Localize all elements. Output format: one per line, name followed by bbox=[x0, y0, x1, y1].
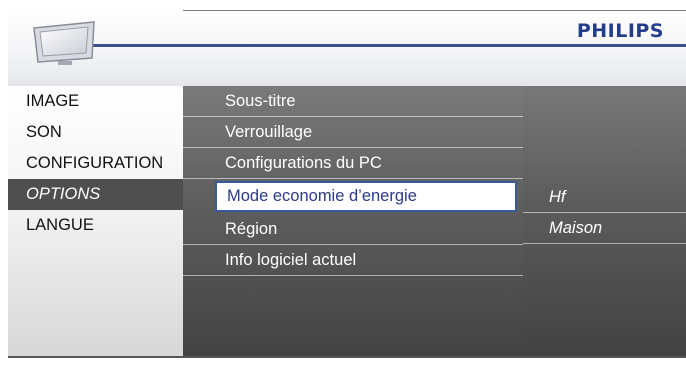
options-submenu: Sous-titre Verrouillage Configurations d… bbox=[183, 86, 523, 356]
submenu-item-sous-titre[interactable]: Sous-titre bbox=[183, 86, 523, 117]
header-top-divider bbox=[183, 10, 686, 11]
submenu-item-verrouillage[interactable]: Verrouillage bbox=[183, 117, 523, 148]
tv-menu-screen: PHILIPS IMAGE SON CONFIGURATION OPTIONS … bbox=[0, 0, 686, 379]
value-options: Hf Maison bbox=[523, 86, 686, 356]
submenu-item-info-logiciel[interactable]: Info logiciel actuel bbox=[183, 245, 523, 276]
value-option-maison[interactable]: Maison bbox=[523, 213, 686, 244]
submenu-item-region[interactable]: Région bbox=[183, 214, 523, 245]
bottom-divider bbox=[8, 356, 686, 358]
category-menu: IMAGE SON CONFIGURATION OPTIONS LANGUE bbox=[8, 86, 183, 356]
header-divider bbox=[84, 44, 686, 47]
value-option-hf[interactable]: Hf bbox=[523, 182, 686, 213]
menu-item-configuration[interactable]: CONFIGURATION bbox=[8, 148, 183, 179]
submenu-item-mode-economie-energie[interactable]: Mode economie d’energie bbox=[215, 181, 517, 212]
menu-item-son[interactable]: SON bbox=[8, 117, 183, 148]
brand-logo: PHILIPS bbox=[576, 20, 664, 42]
tv-screen-icon bbox=[33, 21, 95, 65]
submenu-item-configurations-pc[interactable]: Configurations du PC bbox=[183, 148, 523, 179]
menu-item-image[interactable]: IMAGE bbox=[8, 86, 183, 117]
menu-item-langue[interactable]: LANGUE bbox=[8, 210, 183, 241]
menu-item-options[interactable]: OPTIONS bbox=[8, 179, 183, 210]
